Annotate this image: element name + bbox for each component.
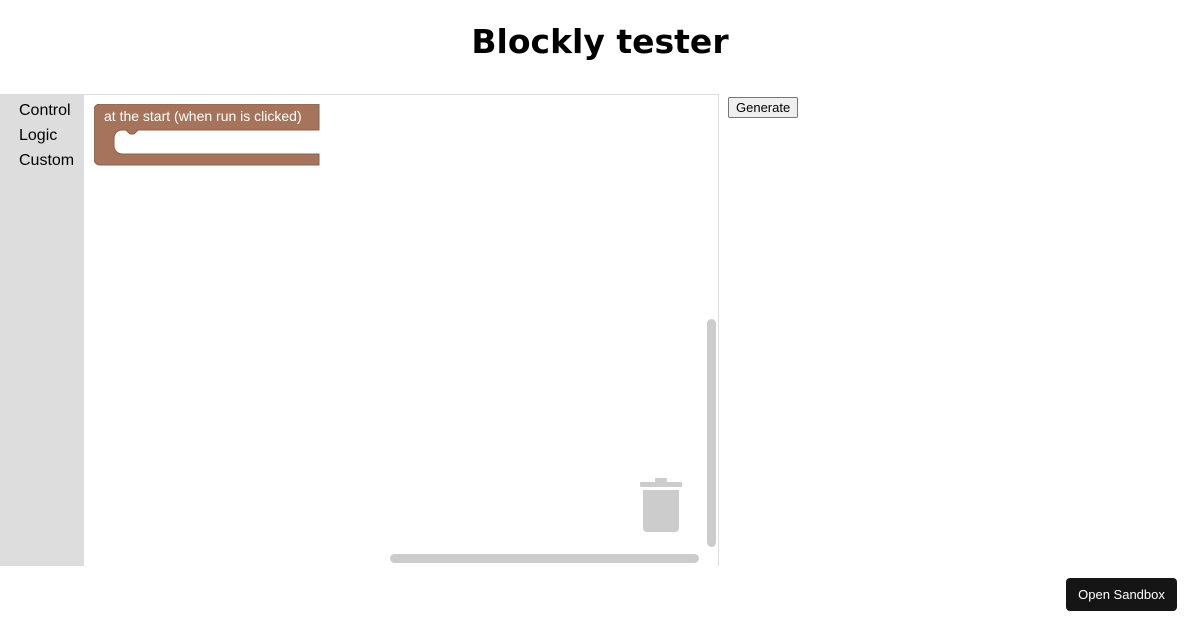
toolbox-category-custom[interactable]: Custom: [19, 151, 74, 171]
vertical-scrollbar[interactable]: [707, 319, 716, 547]
workspace[interactable]: at the start (when run is clicked): [84, 95, 718, 566]
page-title: Blockly tester: [471, 22, 729, 61]
toolbox-category-control[interactable]: Control: [19, 101, 71, 121]
open-sandbox-button[interactable]: Open Sandbox: [1066, 578, 1177, 611]
trash-icon[interactable]: [639, 478, 683, 534]
generate-button[interactable]: Generate: [728, 97, 799, 118]
horizontal-scrollbar[interactable]: [390, 554, 699, 563]
blockly-editor: Control Logic Custom at the start (when …: [0, 94, 719, 566]
start-event-block[interactable]: at the start (when run is clicked): [93, 103, 320, 171]
start-event-block-label: at the start (when run is clicked): [104, 108, 302, 124]
toolbox-category-logic[interactable]: Logic: [19, 126, 57, 146]
toolbox: Control Logic Custom: [0, 95, 84, 566]
